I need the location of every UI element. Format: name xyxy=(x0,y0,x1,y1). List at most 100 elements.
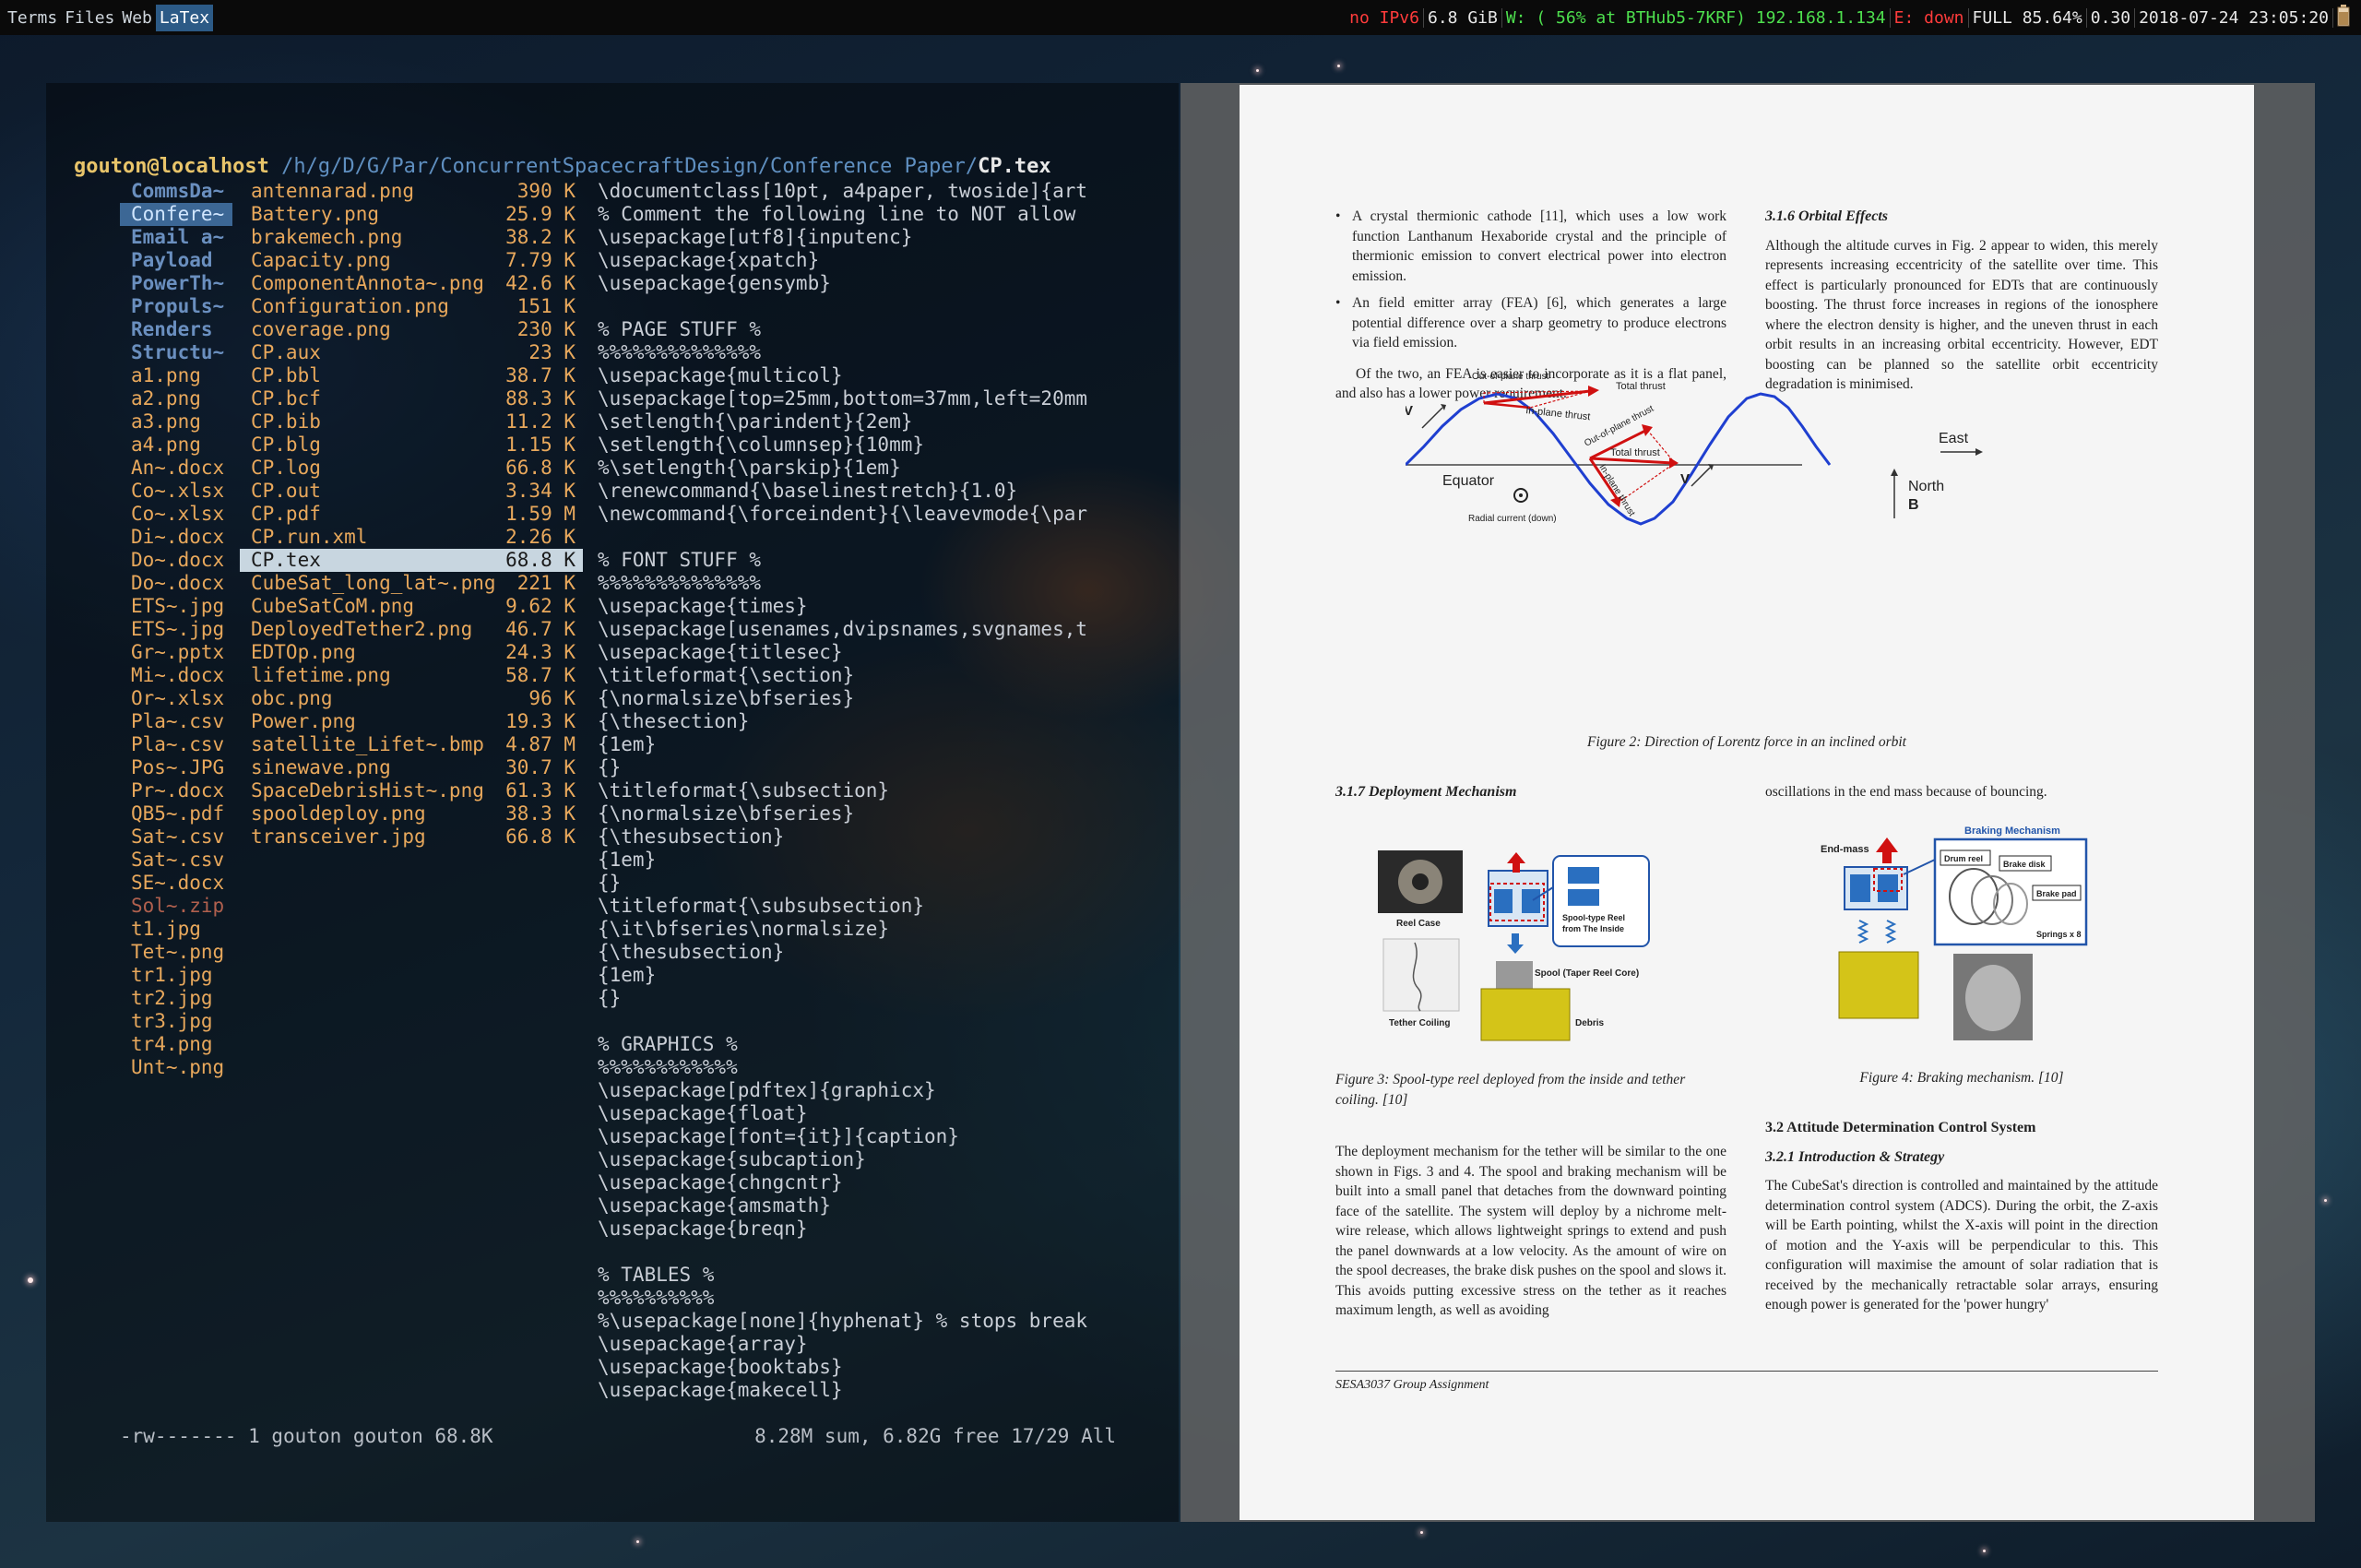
parent-dir-entry[interactable]: a2.png xyxy=(120,387,232,410)
parent-dir-entry[interactable]: Renders xyxy=(120,318,232,341)
file-entry[interactable]: CP.bib 11.2 K xyxy=(240,410,583,434)
parent-dir-entry[interactable]: Do~.docx xyxy=(120,549,232,572)
file-size: 1.15 K xyxy=(505,434,575,456)
preview-line: %%%%%%%%%% xyxy=(598,1287,715,1309)
parent-dir-entry[interactable]: Di~.docx xyxy=(120,526,232,549)
parent-dir-entry[interactable]: Confere~ xyxy=(120,203,232,226)
parent-dir-entry[interactable]: Email a~ xyxy=(120,226,232,249)
file-name: Power.png xyxy=(251,710,356,732)
parent-dir-entry[interactable]: Pos~.JPG xyxy=(120,756,232,779)
file-entry[interactable]: CP.bcf 88.3 K xyxy=(240,387,583,410)
parent-dir-entry[interactable]: Gr~.pptx xyxy=(120,641,232,664)
file-entry[interactable]: obc.png 96 K xyxy=(240,687,583,710)
file-entry[interactable]: EDTOp.png 24.3 K xyxy=(240,641,583,664)
file-size: 151 K xyxy=(516,295,575,317)
parent-dir-entry[interactable]: PowerTh~ xyxy=(120,272,232,295)
label-radial-current: Radial current (down) xyxy=(1468,514,1557,524)
file-size: 19.3 K xyxy=(505,710,575,732)
parent-dir-entry[interactable]: Pla~.csv xyxy=(120,733,232,756)
label-springs: Springs x 8 xyxy=(2036,930,2082,939)
preview-line: \usepackage{subcaption} xyxy=(598,1148,866,1170)
file-entry[interactable]: CubeSat_long_lat~.png 221 K xyxy=(240,572,583,595)
parent-dir-entry[interactable]: Structu~ xyxy=(120,341,232,364)
workspace-web[interactable]: Web xyxy=(118,5,156,31)
parent-dir-entry[interactable]: Co~.xlsx xyxy=(120,503,232,526)
parent-dir-entry[interactable]: An~.docx xyxy=(120,457,232,480)
parent-dir-entry[interactable]: tr2.jpg xyxy=(120,987,232,1010)
preview-line: %%%%%%%%%%%%%% xyxy=(598,341,762,363)
parent-dir-entry[interactable]: Co~.xlsx xyxy=(120,480,232,503)
file-entry[interactable]: ComponentAnnota~.png 42.6 K xyxy=(240,272,583,295)
file-entry[interactable]: coverage.png 230 K xyxy=(240,318,583,341)
file-name: Configuration.png xyxy=(251,295,449,317)
pdf-viewer-window[interactable]: A crystal thermionic cathode [11], which… xyxy=(1180,83,2315,1522)
workspace-files[interactable]: Files xyxy=(61,5,118,31)
parent-dir-entry[interactable]: Sat~.csv xyxy=(120,849,232,872)
file-entry[interactable]: lifetime.png 58.7 K xyxy=(240,664,583,687)
parent-dir-entry[interactable]: a1.png xyxy=(120,364,232,387)
workspace-latex[interactable]: LaTex xyxy=(155,4,214,31)
file-entry[interactable]: CP.tex 68.8 K xyxy=(240,549,583,572)
file-preview-column: \documentclass[10pt, a4paper, twoside]{a… xyxy=(598,180,1114,1402)
parent-dir-entry[interactable]: Pla~.csv xyxy=(120,710,232,733)
parent-dir-entry[interactable]: t1.jpg xyxy=(120,918,232,941)
parent-dir-entry[interactable]: Do~.docx xyxy=(120,572,232,595)
file-entry[interactable]: Power.png 19.3 K xyxy=(240,710,583,733)
file-entry[interactable]: CP.blg 1.15 K xyxy=(240,434,583,457)
file-entry[interactable]: CP.aux 23 K xyxy=(240,341,583,364)
file-entry[interactable]: CP.log 66.8 K xyxy=(240,457,583,480)
parent-dir-entry[interactable]: CommsDa~ xyxy=(120,180,232,203)
parent-dir-entry[interactable]: Unt~.png xyxy=(120,1056,232,1079)
preview-line: {} xyxy=(598,756,622,778)
parent-dir-entry[interactable]: Sol~.zip xyxy=(120,895,232,918)
parent-dir-entry[interactable]: tr3.jpg xyxy=(120,1010,232,1033)
file-entry[interactable]: Capacity.png 7.79 K xyxy=(240,249,583,272)
file-name: spooldeploy.png xyxy=(251,802,426,825)
parent-dir-entry[interactable]: Tet~.png xyxy=(120,941,232,964)
preview-line: %\setlength{\parskip}{1em} xyxy=(598,457,901,479)
file-entry[interactable]: CP.pdf 1.59 M xyxy=(240,503,583,526)
file-entry[interactable]: CP.bbl 38.7 K xyxy=(240,364,583,387)
file-entry[interactable]: transceiver.jpg 66.8 K xyxy=(240,826,583,849)
preview-line: {\normalsize\bfseries} xyxy=(598,687,855,709)
preview-line: \usepackage{gensymb} xyxy=(598,272,831,294)
parent-dir-entry[interactable]: a3.png xyxy=(120,410,232,434)
file-entry[interactable]: CP.run.xml 2.26 K xyxy=(240,526,583,549)
file-entry[interactable]: CubeSatCoM.png 9.62 K xyxy=(240,595,583,618)
file-entry[interactable]: sinewave.png 30.7 K xyxy=(240,756,583,779)
file-entry[interactable]: SpaceDebrisHist~.png 61.3 K xyxy=(240,779,583,802)
file-entry[interactable]: spooldeploy.png 38.3 K xyxy=(240,802,583,826)
file-entry[interactable]: Configuration.png 151 K xyxy=(240,295,583,318)
file-size: 66.8 K xyxy=(505,826,575,848)
parent-dir-entry[interactable]: SE~.docx xyxy=(120,872,232,895)
parent-dir-entry[interactable]: Payload xyxy=(120,249,232,272)
pdf-page: A crystal thermionic cathode [11], which… xyxy=(1240,85,2254,1520)
parent-dir-entry[interactable]: a4.png xyxy=(120,434,232,457)
preview-line: \renewcommand{\baselinestretch}{1.0} xyxy=(598,480,1018,502)
file-entry[interactable]: DeployedTether2.png 46.7 K xyxy=(240,618,583,641)
file-name: CP.run.xml xyxy=(251,526,368,548)
parent-dir-entry[interactable]: QB5~.pdf xyxy=(120,802,232,826)
file-name: CP.bcf xyxy=(251,387,321,410)
label-equator: Equator xyxy=(1442,473,1495,489)
parent-dir-entry[interactable]: tr1.jpg xyxy=(120,964,232,987)
file-entry[interactable]: Battery.png 25.9 K xyxy=(240,203,583,226)
workspace-terms[interactable]: Terms xyxy=(4,5,61,31)
file-entry[interactable]: satellite_Lifet~.bmp 4.87 M xyxy=(240,733,583,756)
parent-dir-entry[interactable]: Or~.xlsx xyxy=(120,687,232,710)
file-entry[interactable]: antennarad.png 390 K xyxy=(240,180,583,203)
parent-dir-entry[interactable]: ETS~.jpg xyxy=(120,595,232,618)
label-reel-case: Reel Case xyxy=(1396,919,1441,929)
clock: 2018-07-24 23:05:20 xyxy=(2135,7,2333,28)
parent-dir-entry[interactable]: Pr~.docx xyxy=(120,779,232,802)
file-size: 58.7 K xyxy=(505,664,575,686)
parent-dir-entry[interactable]: Propuls~ xyxy=(120,295,232,318)
parent-dir-entry[interactable]: tr4.png xyxy=(120,1033,232,1056)
parent-dir-entry[interactable]: Sat~.csv xyxy=(120,826,232,849)
file-entry[interactable]: brakemech.png 38.2 K xyxy=(240,226,583,249)
parent-dir-entry[interactable]: Mi~.docx xyxy=(120,664,232,687)
parent-dir-entry[interactable]: ETS~.jpg xyxy=(120,618,232,641)
list-item: An field emitter array (FEA) [6], which … xyxy=(1335,293,1726,353)
preview-line: {1em} xyxy=(598,849,657,871)
file-entry[interactable]: CP.out 3.34 K xyxy=(240,480,583,503)
